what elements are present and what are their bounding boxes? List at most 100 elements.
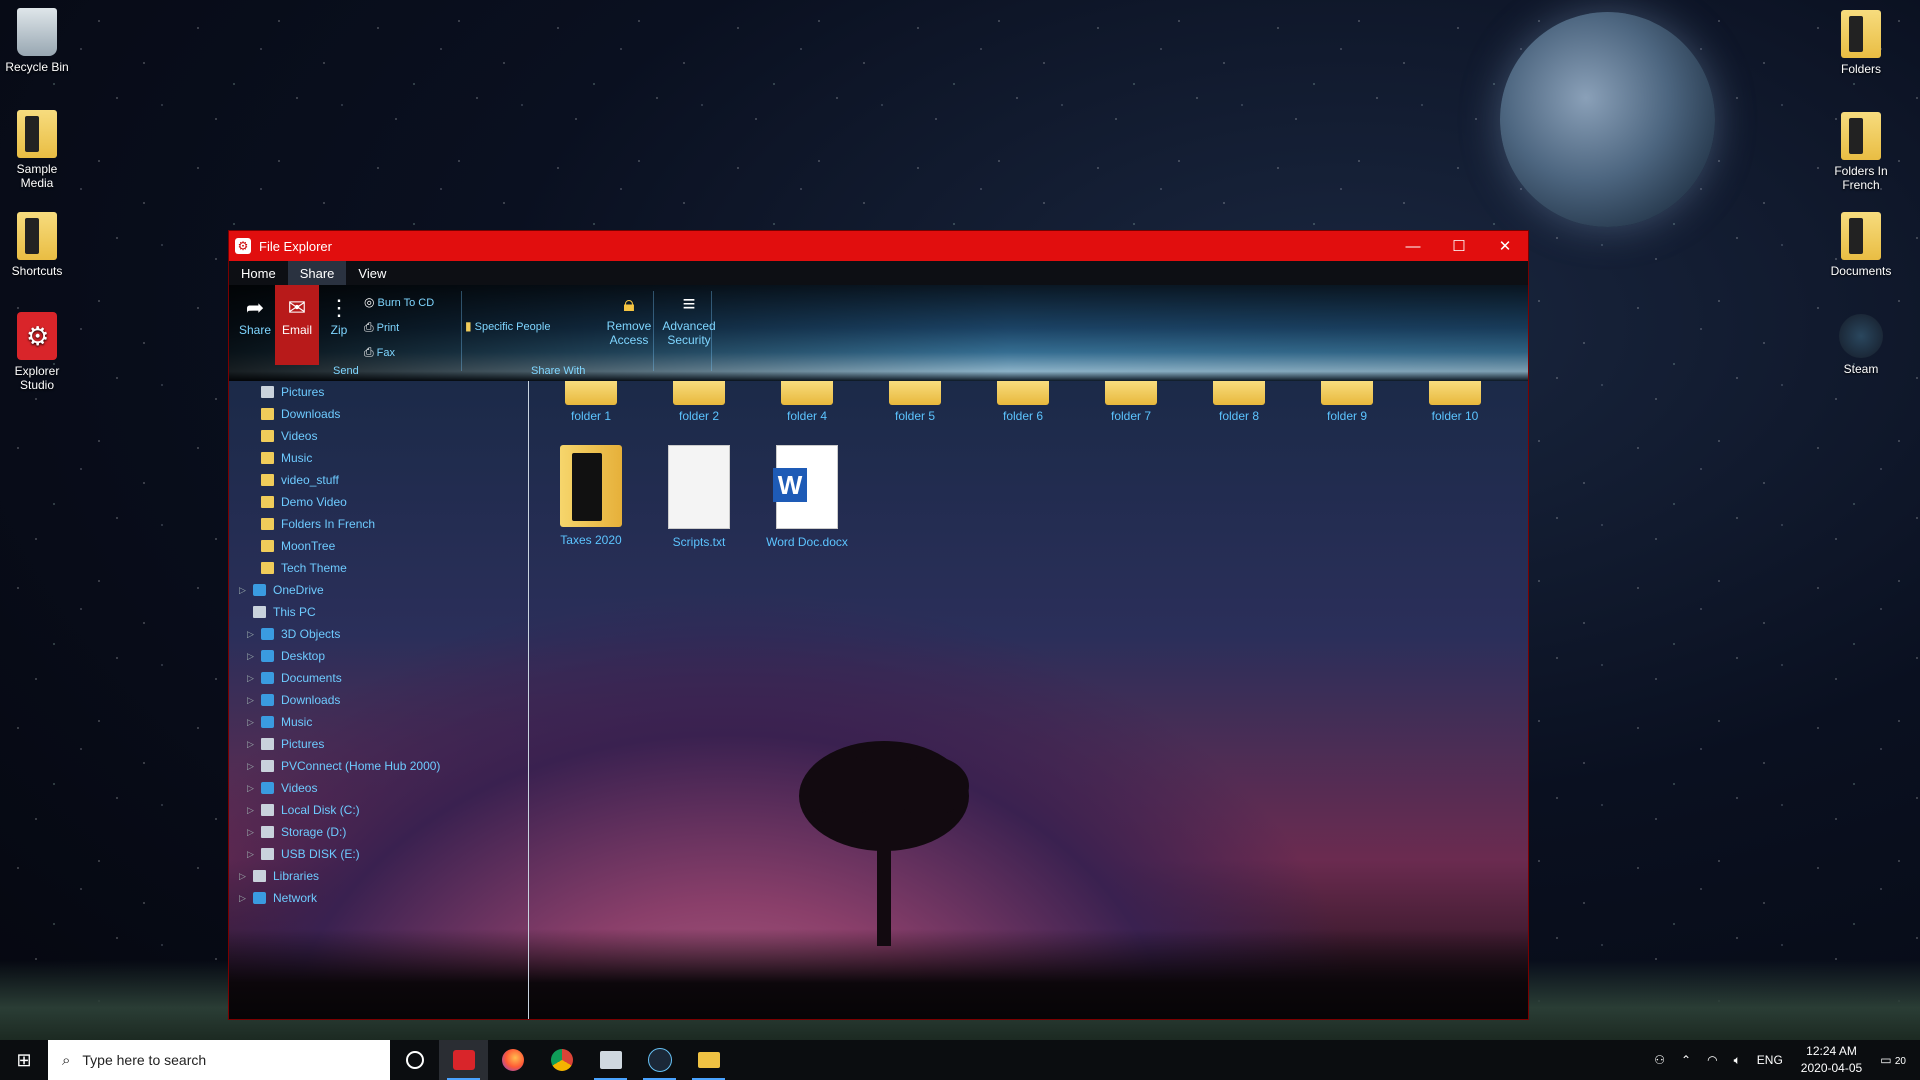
notification-center-button[interactable]: ▭ 20: [1880, 1053, 1906, 1067]
nav-item[interactable]: ▷ PVConnect (Home Hub 2000): [229, 755, 528, 777]
taskbar-app-firefox[interactable]: [488, 1040, 537, 1080]
nav-item[interactable]: Tech Theme: [229, 557, 528, 579]
expand-arrow-icon[interactable]: ▷: [247, 711, 254, 733]
expand-arrow-icon[interactable]: ▷: [239, 865, 246, 887]
nav-item[interactable]: ▷ Videos: [229, 777, 528, 799]
expand-arrow-icon[interactable]: ▷: [247, 667, 254, 689]
expand-arrow-icon[interactable]: ▷: [239, 887, 246, 909]
expand-arrow-icon[interactable]: ▷: [247, 843, 254, 865]
taskbar-app-file-explorer[interactable]: [684, 1040, 733, 1080]
taskbar-app-photos[interactable]: [586, 1040, 635, 1080]
close-button[interactable]: ✕: [1482, 231, 1528, 261]
expand-arrow-icon[interactable]: ▷: [247, 755, 254, 777]
music-icon: [261, 716, 274, 728]
nav-item-label: Local Disk (C:): [281, 803, 360, 817]
maximize-button[interactable]: ☐: [1436, 231, 1482, 261]
folder-icon: [1321, 381, 1373, 405]
specific-people-button[interactable]: ▮ Specific People: [465, 319, 550, 333]
burn-to-cd-button[interactable]: ◎ Burn To CD: [364, 295, 434, 309]
nav-item[interactable]: video_stuff: [229, 469, 528, 491]
desktop-icon-sample-media[interactable]: Sample Media: [0, 110, 79, 190]
network-status-icon[interactable]: ◠: [1707, 1053, 1717, 1067]
people-icon[interactable]: ⚇: [1654, 1053, 1665, 1067]
minimize-button[interactable]: —: [1390, 231, 1436, 261]
taskbar-app-steam[interactable]: [635, 1040, 684, 1080]
nav-item[interactable]: Downloads: [229, 403, 528, 425]
expand-arrow-icon[interactable]: ▷: [247, 623, 254, 645]
share-button[interactable]: ➦ Share: [233, 293, 277, 337]
nav-item-label: USB DISK (E:): [281, 847, 360, 861]
search-box[interactable]: ⌕ Type here to search: [48, 1040, 390, 1080]
file-item[interactable]: Scripts.txt: [649, 445, 749, 549]
desktop-icon-shortcuts[interactable]: Shortcuts: [0, 212, 79, 278]
fax-icon: ⎙: [364, 345, 374, 359]
desktop-icon-steam[interactable]: Steam: [1819, 314, 1903, 376]
item-label: folder 7: [1110, 409, 1152, 423]
nav-item[interactable]: Folders In French: [229, 513, 528, 535]
expand-arrow-icon[interactable]: ▷: [247, 777, 254, 799]
nav-item[interactable]: ▷ Storage (D:): [229, 821, 528, 843]
nav-item[interactable]: ▷ Desktop: [229, 645, 528, 667]
remove-access-button[interactable]: 🔒︎ Remove Access: [601, 289, 657, 347]
folder-item[interactable]: folder 2: [649, 381, 749, 423]
nav-item[interactable]: ▷ Documents: [229, 667, 528, 689]
nav-item[interactable]: ▷ 3D Objects: [229, 623, 528, 645]
folder-item[interactable]: folder 4: [757, 381, 857, 423]
taskbar-app-explorer-studio[interactable]: [439, 1040, 488, 1080]
nav-item[interactable]: Pictures: [229, 381, 528, 403]
file-item[interactable]: W Word Doc.docx: [757, 445, 857, 549]
folder-item[interactable]: folder 6: [973, 381, 1073, 423]
nav-item[interactable]: ▷ Downloads: [229, 689, 528, 711]
print-button[interactable]: ⎙ Print: [364, 320, 399, 335]
nav-item[interactable]: Music: [229, 447, 528, 469]
volume-icon[interactable]: 🔈︎: [1734, 1053, 1741, 1068]
desktop-icon-folders[interactable]: Folders: [1819, 10, 1903, 76]
folder-item[interactable]: folder 9: [1297, 381, 1397, 423]
folder-item[interactable]: folder 8: [1189, 381, 1289, 423]
folder-icon: [17, 212, 57, 260]
notification-icon: ▭: [1880, 1053, 1892, 1067]
nav-item[interactable]: ▷ Local Disk (C:): [229, 799, 528, 821]
expand-arrow-icon[interactable]: ▷: [247, 733, 254, 755]
folder-item[interactable]: folder 10: [1405, 381, 1505, 423]
expand-arrow-icon[interactable]: ▷: [239, 579, 246, 601]
tab-home[interactable]: Home: [229, 261, 288, 285]
fax-button[interactable]: ⎙ Fax: [364, 345, 395, 360]
title-bar[interactable]: ⚙ File Explorer — ☐ ✕: [229, 231, 1528, 261]
nav-item[interactable]: ▷ Pictures: [229, 733, 528, 755]
desktop-icon-recycle-bin[interactable]: Recycle Bin: [0, 8, 79, 74]
nav-item[interactable]: ▷ Libraries: [229, 865, 528, 887]
printer-icon: ⎙: [364, 320, 374, 334]
nav-item[interactable]: Demo Video: [229, 491, 528, 513]
clock[interactable]: 12:24 AM 2020-04-05: [1801, 1043, 1862, 1077]
folder-item[interactable]: folder 7: [1081, 381, 1181, 423]
folder-item[interactable]: Taxes 2020: [541, 445, 641, 547]
nav-item[interactable]: ▷ OneDrive: [229, 579, 528, 601]
nav-item[interactable]: This PC: [229, 601, 528, 623]
expand-arrow-icon[interactable]: ▷: [247, 645, 254, 667]
nav-item[interactable]: ▷ Network: [229, 887, 528, 909]
desktop-icon-folders-in-french[interactable]: Folders In French: [1819, 112, 1903, 192]
nav-item[interactable]: ▷ Music: [229, 711, 528, 733]
zip-button[interactable]: ⋮ Zip: [321, 293, 357, 337]
tab-share[interactable]: Share: [287, 261, 347, 285]
desktop-icon-explorer-studio[interactable]: ⚙ Explorer Studio: [0, 312, 79, 392]
email-button[interactable]: ✉ Email: [275, 285, 319, 365]
nav-item[interactable]: Videos: [229, 425, 528, 447]
clock-date: 2020-04-05: [1800, 1061, 1863, 1075]
chevron-up-icon[interactable]: ⌃: [1681, 1053, 1691, 1067]
expand-arrow-icon[interactable]: ▷: [247, 689, 254, 711]
language-indicator[interactable]: ENG: [1757, 1053, 1783, 1067]
taskbar-app-chrome[interactable]: [537, 1040, 586, 1080]
cortana-button[interactable]: [390, 1040, 439, 1080]
nav-item[interactable]: MoonTree: [229, 535, 528, 557]
folder-item[interactable]: folder 1: [541, 381, 641, 423]
expand-arrow-icon[interactable]: ▷: [247, 799, 254, 821]
desktop-icon-documents[interactable]: Documents: [1819, 212, 1903, 278]
nav-item[interactable]: ▷ USB DISK (E:): [229, 843, 528, 865]
folder-item[interactable]: folder 5: [865, 381, 965, 423]
app-icon: ⚙: [235, 238, 251, 254]
expand-arrow-icon[interactable]: ▷: [247, 821, 254, 843]
start-button[interactable]: ⊞: [0, 1040, 48, 1080]
tab-view[interactable]: View: [346, 261, 398, 285]
